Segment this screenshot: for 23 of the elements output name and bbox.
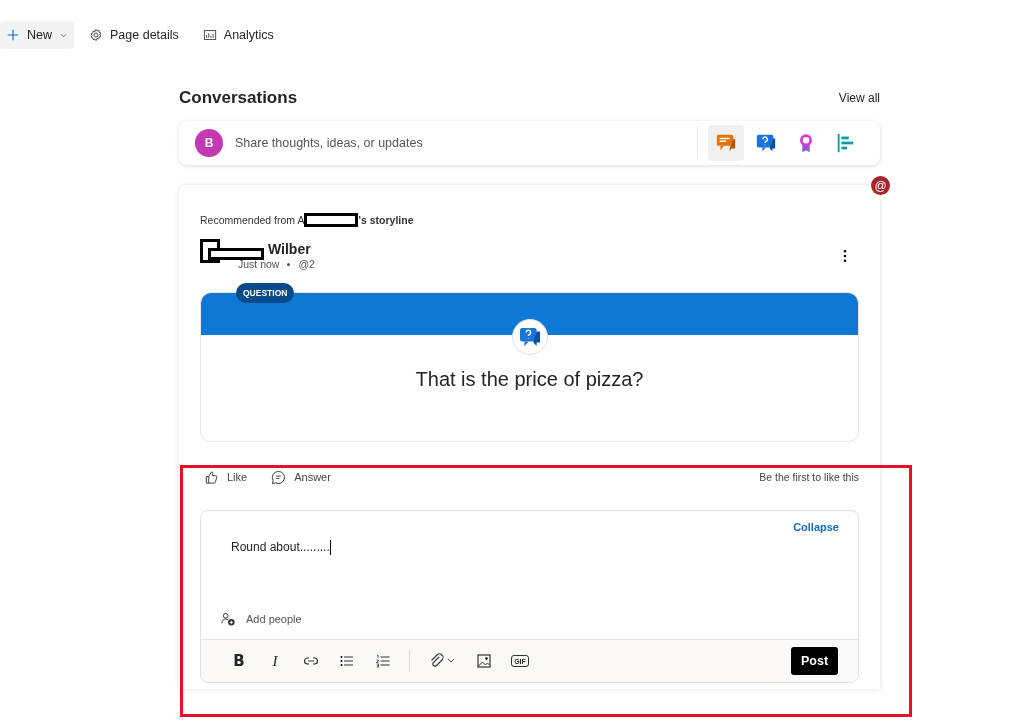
answer-button[interactable]: Answer (271, 469, 331, 485)
storyline-text: 's storyline (358, 214, 414, 226)
recommended-text: Recommended from A (200, 214, 305, 226)
mention-count: @2 (298, 258, 315, 270)
bold-button[interactable]: B (223, 647, 255, 675)
mention-badge: @ (871, 176, 890, 195)
post-button[interactable]: Post (791, 647, 838, 675)
analytics-button[interactable]: Analytics (193, 21, 283, 49)
avatar: B (195, 129, 223, 157)
like-button[interactable]: Like (204, 469, 248, 485)
add-people-button[interactable]: Add people (201, 611, 858, 627)
new-button[interactable]: New (0, 21, 74, 49)
italic-button[interactable]: I (259, 647, 291, 675)
reply-text[interactable]: Round about......... (231, 540, 330, 554)
post-time: Just now (238, 258, 280, 270)
question-text: That is the price of pizza? (415, 368, 644, 391)
author-name: Wilber (268, 241, 311, 257)
question-label: QUESTION (236, 283, 295, 303)
likes-note: Be the first to like this (759, 471, 859, 483)
collapse-link[interactable]: Collapse (793, 521, 839, 533)
view-all-link[interactable]: View all (838, 91, 880, 105)
section-title: Conversations (179, 88, 298, 108)
page-details-button[interactable]: Page details (80, 21, 188, 49)
